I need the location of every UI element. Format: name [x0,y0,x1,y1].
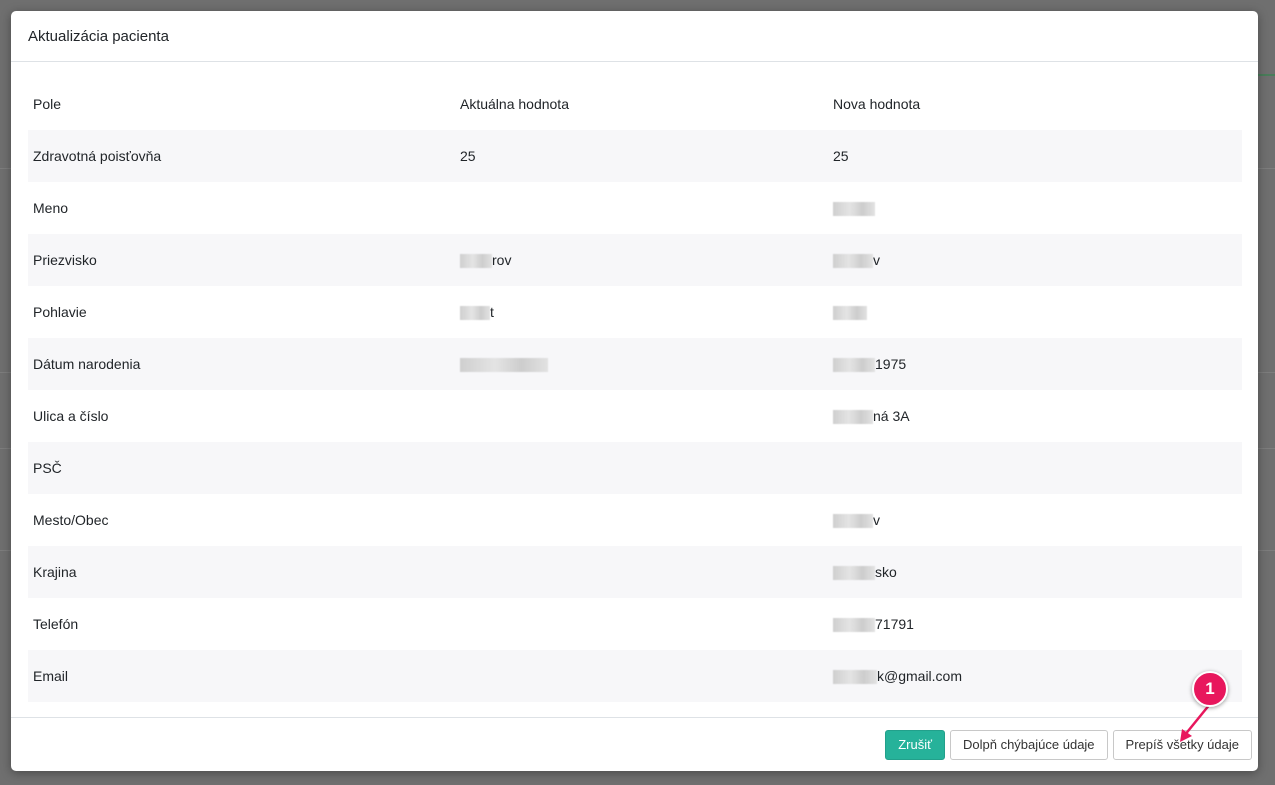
row-field-label: Ulica a číslo [33,408,109,424]
redacted-value [833,670,877,685]
row-current-value [455,182,828,234]
row-field-label: Telefón [33,616,79,632]
modal-header: Aktualizácia pacienta [11,11,1258,62]
column-header-new-value: Nova hodnota [833,96,921,112]
row-current-value [455,650,828,702]
row-current-value: 25 [460,148,476,164]
row-field-label: Zdravotná poisťovňa [33,148,162,164]
row-current-value [455,390,828,442]
redacted-value [833,566,875,581]
row-field-label: Meno [33,200,69,216]
redacted-value [833,618,875,633]
table-row: Dátum narodenia 1975 [28,338,1242,390]
table-row: Krajina sko [28,546,1242,598]
table-row: Meno [28,182,1242,234]
annotation-arrow-icon [1180,703,1211,742]
row-current-value [455,598,828,650]
row-field-label: Dátum narodenia [33,356,141,372]
redacted-value [833,410,873,425]
row-new-value: 25 [833,148,849,164]
redacted-value [833,358,875,373]
row-current-value [455,546,828,598]
table-row: Telefón 71791 [28,598,1242,650]
fill-missing-data-button[interactable]: Dolpň chýbajúce údaje [950,729,1108,760]
table-row: PSČ [28,442,1242,494]
row-current-value [455,494,828,546]
column-header-current-value: Aktuálna hodnota [460,96,569,112]
redacted-value [460,306,490,321]
redacted-value [460,358,548,373]
row-new-value: sko [828,546,1242,598]
row-new-value: v [828,494,1242,546]
modal-body: Pole Aktuálna hodnota Nova hodnota Zdrav… [11,62,1258,702]
redacted-value [833,254,873,269]
column-header-field: Pole [33,96,62,112]
row-current-value [455,442,828,494]
update-patient-modal: Aktualizácia pacienta Pole Aktuálna hodn… [11,11,1258,771]
table-header-row: Pole Aktuálna hodnota Nova hodnota [28,78,1242,130]
row-current-value: t [455,286,828,338]
modal-title: Aktualizácia pacienta [28,27,169,45]
row-new-value [828,182,1242,234]
row-field-label: Mesto/Obec [33,512,109,528]
row-field-label: Email [33,668,69,684]
modal-footer: Zrušiť Dolpň chýbajúce údaje Prepíš všet… [11,717,1258,771]
step-badge: 1 [1192,671,1228,707]
table-row: Email k@gmail.com [28,650,1242,702]
row-field-label: Krajina [33,564,77,580]
row-new-value [828,442,1242,494]
cancel-button[interactable]: Zrušiť [885,729,945,760]
row-new-value: ná 3A [828,390,1242,442]
row-field-label: Pohlavie [33,304,87,320]
row-new-value [828,286,1242,338]
row-field-label: Priezvisko [33,252,97,268]
table-row: Priezvisko rov v [28,234,1242,286]
table-row: Ulica a číslo ná 3A [28,390,1242,442]
redacted-value [833,514,873,529]
row-current-value [455,338,828,390]
table-row: Pohlavie t [28,286,1242,338]
table-row: Mesto/Obec v [28,494,1242,546]
redacted-value [460,254,492,269]
redacted-value [833,306,867,321]
patient-comparison-table: Pole Aktuálna hodnota Nova hodnota Zdrav… [28,78,1242,702]
row-current-value: rov [455,234,828,286]
row-new-value: v [828,234,1242,286]
table-row: Zdravotná poisťovňa 25 25 [28,130,1242,182]
row-field-label: PSČ [33,460,62,476]
background-accent [1257,74,1275,76]
redacted-value [833,202,875,217]
row-new-value: 71791 [828,598,1242,650]
row-new-value: 1975 [828,338,1242,390]
row-new-value: k@gmail.com [828,650,1242,702]
